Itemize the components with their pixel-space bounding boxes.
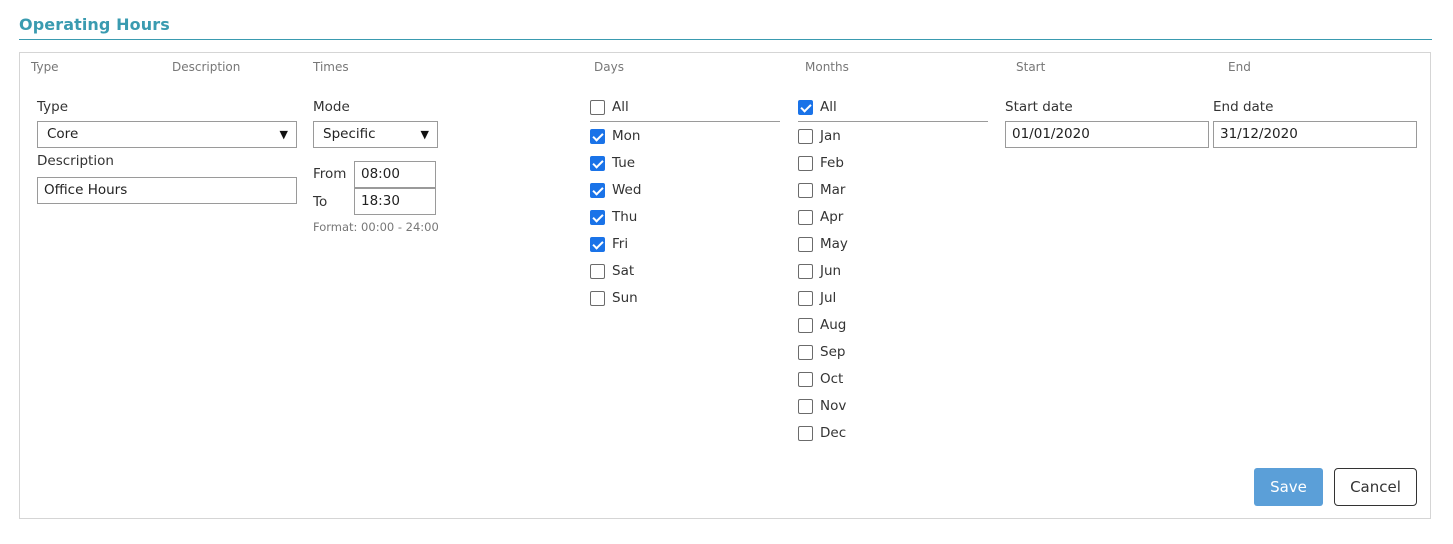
day-label-thu: Thu [612,209,638,225]
checkbox-checked-icon[interactable] [590,236,605,252]
section-title: Operating Hours [19,15,170,34]
day-label-all: All [612,99,629,115]
column-header-times: Times [313,60,349,74]
month-checkbox-oct[interactable]: Oct [798,369,843,389]
day-label-fri: Fri [612,236,629,252]
checkbox-empty-icon[interactable] [798,290,813,306]
months-divider [798,121,988,122]
month-label-may: May [820,236,848,252]
month-checkbox-may[interactable]: May [798,234,848,254]
checkbox-empty-icon[interactable] [798,236,813,252]
column-header-end: End [1228,60,1251,74]
checkbox-empty-icon[interactable] [798,371,813,387]
day-label-wed: Wed [612,182,642,198]
day-checkbox-all[interactable]: All [590,97,629,117]
end-date-input[interactable]: 31/12/2020 [1213,121,1417,148]
month-label-apr: Apr [820,209,844,225]
day-label-tue: Tue [612,155,636,171]
from-label: From [313,166,347,182]
checkbox-empty-icon[interactable] [798,425,813,441]
day-label-mon: Mon [612,128,641,144]
start-date-input[interactable]: 01/01/2020 [1005,121,1209,148]
month-label-nov: Nov [820,398,847,414]
month-label-all: All [820,99,837,115]
checkbox-empty-icon[interactable] [798,128,813,144]
column-header-description: Description [172,60,241,74]
day-checkbox-thu[interactable]: Thu [590,207,637,227]
checkbox-checked-icon[interactable] [590,128,605,144]
month-checkbox-apr[interactable]: Apr [798,207,843,227]
month-checkbox-dec[interactable]: Dec [798,423,846,443]
column-header-months: Months [805,60,849,74]
month-checkbox-feb[interactable]: Feb [798,153,844,173]
column-header-start: Start [1016,60,1046,74]
checkbox-empty-icon[interactable] [590,263,605,279]
month-checkbox-aug[interactable]: Aug [798,315,846,335]
description-label: Description [37,153,114,169]
description-input[interactable]: Office Hours [37,177,297,204]
month-label-feb: Feb [820,155,844,171]
to-label: To [313,194,328,210]
column-header-days: Days [594,60,624,74]
checkbox-empty-icon[interactable] [798,398,813,414]
checkbox-checked-icon[interactable] [590,182,605,198]
month-checkbox-jan[interactable]: Jan [798,126,841,146]
checkbox-empty-icon[interactable] [798,263,813,279]
type-select[interactable]: Core ▼ [37,121,297,148]
month-label-jul: Jul [820,290,837,306]
month-label-jun: Jun [820,263,842,279]
checkbox-empty-icon[interactable] [798,155,813,171]
day-label-sat: Sat [612,263,635,279]
time-format-hint: Format: 00:00 - 24:00 [313,220,439,234]
checkbox-checked-icon[interactable] [590,155,605,171]
cancel-button[interactable]: Cancel [1334,468,1417,506]
chevron-down-icon: ▼ [420,128,429,141]
mode-select[interactable]: Specific ▼ [313,121,438,148]
month-checkbox-nov[interactable]: Nov [798,396,846,416]
day-checkbox-fri[interactable]: Fri [590,234,628,254]
save-button[interactable]: Save [1254,468,1323,506]
month-label-mar: Mar [820,182,846,198]
day-checkbox-wed[interactable]: Wed [590,180,641,200]
day-label-sun: Sun [612,290,638,306]
to-time-input[interactable]: 18:30 [354,188,436,215]
day-checkbox-sat[interactable]: Sat [590,261,634,281]
day-checkbox-tue[interactable]: Tue [590,153,635,173]
checkbox-empty-icon[interactable] [798,344,813,360]
checkbox-empty-icon[interactable] [798,317,813,333]
days-divider [590,121,780,122]
checkbox-checked-icon[interactable] [590,209,605,225]
month-checkbox-jun[interactable]: Jun [798,261,841,281]
mode-label: Mode [313,99,350,115]
month-label-aug: Aug [820,317,847,333]
month-label-dec: Dec [820,425,847,441]
checkbox-empty-icon[interactable] [590,99,605,115]
month-label-oct: Oct [820,371,844,387]
checkbox-empty-icon[interactable] [798,182,813,198]
month-checkbox-all[interactable]: All [798,97,837,117]
month-checkbox-jul[interactable]: Jul [798,288,836,308]
day-checkbox-sun[interactable]: Sun [590,288,638,308]
chevron-down-icon: ▼ [279,128,288,141]
month-checkbox-sep[interactable]: Sep [798,342,845,362]
day-checkbox-mon[interactable]: Mon [590,126,640,146]
type-label: Type [37,99,69,115]
month-checkbox-mar[interactable]: Mar [798,180,845,200]
from-time-input[interactable]: 08:00 [354,161,436,188]
start-date-label: Start date [1005,99,1073,115]
mode-select-value: Specific [323,126,376,142]
title-divider [19,39,1432,40]
end-date-label: End date [1213,99,1274,115]
checkbox-empty-icon[interactable] [798,209,813,225]
month-label-sep: Sep [820,344,846,360]
month-label-jan: Jan [820,128,841,144]
column-header-type: Type [31,60,59,74]
type-select-value: Core [47,126,79,142]
checkbox-checked-icon[interactable] [798,99,813,115]
checkbox-empty-icon[interactable] [590,290,605,306]
